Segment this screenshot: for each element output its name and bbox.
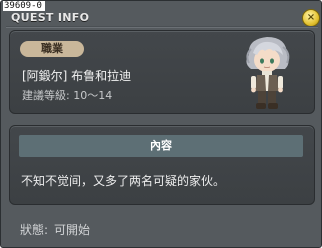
title-bar[interactable]: QUEST INFO × (2, 9, 320, 27)
title-divider (6, 26, 318, 27)
quest-content-card: 內容 不知不觉间，又多了两名可疑的家伙。 (9, 125, 315, 205)
close-button[interactable]: × (302, 9, 320, 27)
npc-portrait-icon (246, 37, 290, 109)
quest-description: 不知不觉间，又多了两名可疑的家伙。 (21, 174, 226, 188)
npc-info-card: 職業 [阿鍛尔] 布鲁和拉迪 建議等級: 10～14 (9, 30, 315, 114)
close-icon: × (306, 12, 316, 23)
job-badge: 職業 (20, 41, 84, 57)
content-header: 內容 (19, 135, 303, 157)
npc-name: [阿鍛尔] 布鲁和拉迪 (22, 69, 132, 83)
quest-status: 狀態: 可開始 (20, 221, 90, 238)
status-label: 狀態: (20, 223, 49, 237)
recommended-level: 建議等級: 10～14 (22, 89, 113, 102)
window-title: QUEST INFO (11, 11, 90, 24)
status-value: 可開始 (54, 223, 91, 237)
quest-info-window: 39609-0 QUEST INFO × 職業 [阿鍛尔] 布鲁和拉迪 建議等級… (0, 0, 322, 248)
